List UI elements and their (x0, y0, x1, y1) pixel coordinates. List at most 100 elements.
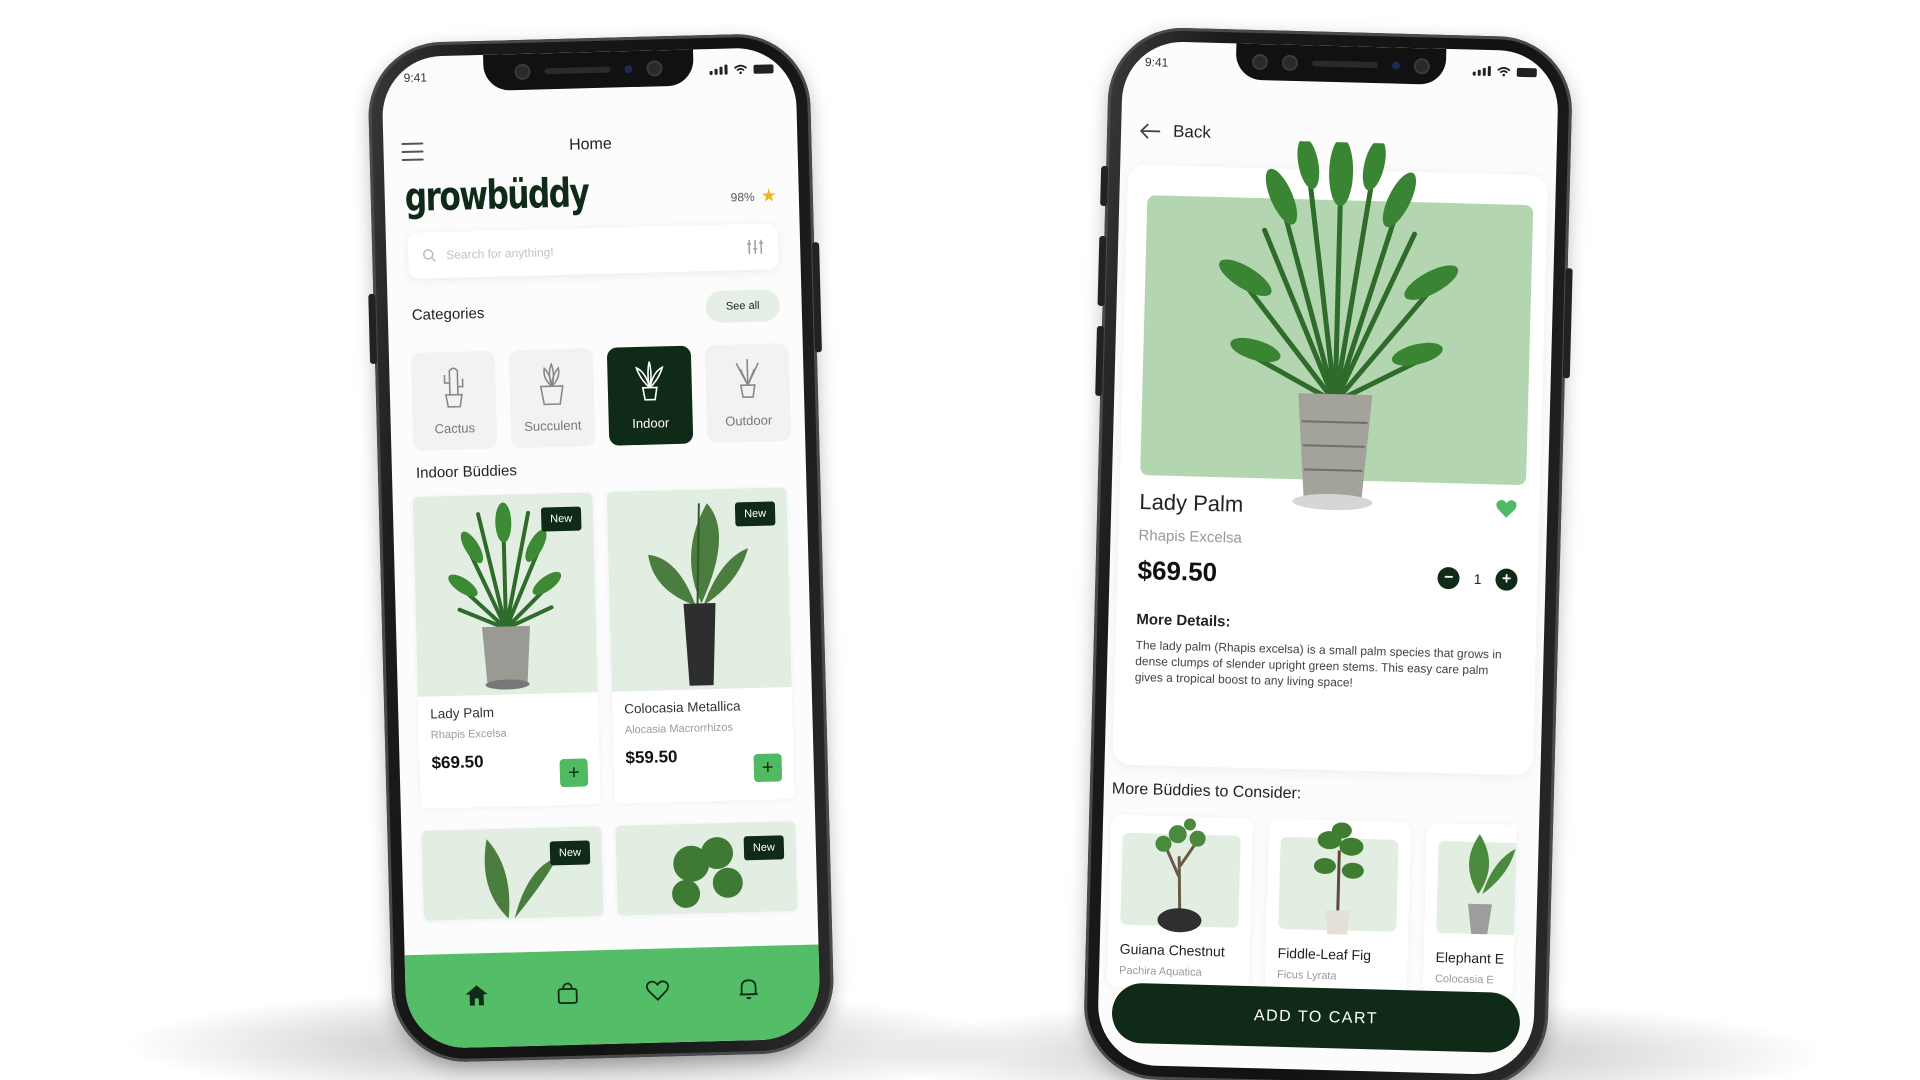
home-screen: 9:41 Home growbüddy 98% ★ Categories See… (381, 46, 821, 1050)
new-badge: New (743, 835, 785, 861)
product-latin-name: Rhapis Excelsa (430, 727, 507, 742)
tab-home[interactable] (456, 975, 497, 1016)
tab-favorites[interactable] (637, 970, 678, 1011)
signal-icon (709, 64, 728, 75)
new-badge: New (734, 501, 776, 527)
bell-icon (739, 979, 758, 1000)
star-icon: ★ (760, 185, 778, 206)
category-outdoor[interactable]: Outdoor (704, 343, 792, 444)
category-label: Outdoor (725, 412, 773, 429)
product-card[interactable]: New (421, 826, 604, 921)
phone-detail-screen: 9:41 Back Lady Palm Rhapis Excelsa $69.5… (1082, 26, 1574, 1080)
product-image: New (606, 487, 792, 692)
category-label: Cactus (434, 420, 476, 437)
decrease-quantity-button[interactable]: − (1437, 566, 1461, 590)
back-button[interactable]: Back (1139, 121, 1211, 143)
suggestion-card[interactable]: Fiddle-Leaf Fig Ficus Lyrata (1264, 818, 1412, 995)
product-name: Colocasia Metallica (624, 698, 741, 717)
tab-notifications[interactable] (728, 968, 769, 1009)
signal-icon (1472, 66, 1491, 77)
status-time: 9:41 (1144, 55, 1169, 70)
category-cactus[interactable]: Cactus (410, 350, 498, 451)
hero-background (1140, 138, 1534, 511)
suggestion-name: Fiddle-Leaf Fig (1277, 944, 1372, 964)
product-price: $69.50 (1137, 555, 1218, 588)
outdoor-plant-icon (735, 359, 759, 399)
product-name: Lady Palm (1139, 489, 1244, 517)
page-title: Home (568, 135, 612, 154)
product-latin-name: Alocasia Macrorrhizos (624, 721, 734, 737)
rating-value: 98% (730, 189, 755, 204)
search-input[interactable] (446, 240, 737, 262)
category-label: Indoor (632, 415, 670, 432)
categories-title: Categories (411, 304, 485, 324)
search-bar (407, 223, 779, 279)
volume-down-button (1095, 325, 1104, 397)
suggestion-card[interactable]: Elephant E Colocasia E (1422, 822, 1518, 997)
suggestion-latin-name: Pachira Aquatica (1118, 964, 1202, 979)
suggestion-name: Guiana Chestnut (1119, 940, 1225, 960)
cactus-icon (443, 367, 464, 408)
product-card[interactable]: New (615, 821, 798, 916)
indoor-plant-icon (634, 361, 664, 401)
tab-bag[interactable] (547, 973, 588, 1014)
bag-icon (557, 982, 578, 1005)
status-time: 9:41 (403, 70, 428, 86)
search-icon (423, 249, 436, 262)
mute-switch (1100, 165, 1109, 207)
back-arrow-icon (1139, 123, 1161, 139)
detail-screen: 9:41 Back Lady Palm Rhapis Excelsa $69.5… (1096, 40, 1560, 1076)
add-to-cart-button[interactable]: ADD TO CART (1111, 982, 1521, 1054)
more-details-text: The lady palm (Rhapis excelsa) is a smal… (1134, 637, 1502, 690)
see-all-button[interactable]: See all (705, 289, 781, 324)
volume-button (368, 293, 378, 364)
product-card[interactable]: New Colocasia Metallica Alocasia Macrorr… (606, 487, 795, 804)
battery-icon (1516, 67, 1537, 77)
suggestions-title: More Büddies to Consider: (1111, 780, 1302, 803)
product-image: New (615, 821, 798, 916)
category-succulent[interactable]: Succulent (508, 348, 596, 449)
brand-logo: growbüddy (404, 170, 589, 222)
quantity-stepper: − 1 + (1437, 566, 1518, 591)
wifi-icon (733, 64, 748, 75)
status-icons (1472, 66, 1537, 78)
product-latin-name: Rhapis Excelsa (1138, 527, 1243, 547)
rating: 98% ★ (730, 185, 778, 207)
category-label: Succulent (524, 417, 582, 434)
tab-bar (404, 944, 821, 1050)
product-card[interactable]: New Lady Palm Rhapis Excelsa $69.50 + (412, 492, 601, 809)
fiddle-leaf-fig-image (1313, 822, 1364, 935)
suggestion-name: Elephant E (1435, 948, 1505, 967)
product-name: Lady Palm (430, 704, 495, 722)
filter-icon[interactable] (746, 238, 764, 256)
volume-up-button (1097, 235, 1107, 307)
suggestion-latin-name: Colocasia E (1434, 972, 1494, 987)
guiana-chestnut-image (1155, 818, 1206, 933)
suggestion-latin-name: Ficus Lyrata (1276, 968, 1337, 983)
category-indoor[interactable]: Indoor (606, 345, 694, 446)
home-icon (465, 985, 488, 1006)
suggestions-list: Guiana Chestnut Pachira Aquatica Fiddle-… (1106, 814, 1518, 997)
elephant-ear-image (1467, 834, 1516, 935)
new-badge: New (549, 840, 591, 866)
add-to-cart-icon[interactable]: + (559, 758, 589, 788)
product-grid: New Lady Palm Rhapis Excelsa $69.50 + Ne… (412, 487, 798, 921)
phone-home-screen: 9:41 Home growbüddy 98% ★ Categories See… (366, 32, 836, 1064)
lady-palm-image (1219, 138, 1459, 511)
notch (1235, 43, 1447, 85)
suggestion-card[interactable]: Guiana Chestnut Pachira Aquatica (1106, 814, 1254, 991)
category-list: Cactus Succulent Indoor Outdoor (410, 343, 792, 451)
notch (483, 49, 694, 91)
increase-quantity-button[interactable]: + (1495, 568, 1518, 591)
status-icons (709, 63, 774, 75)
add-to-cart-icon[interactable]: + (753, 753, 783, 783)
product-image: New (412, 492, 598, 697)
quantity-value: 1 (1473, 570, 1482, 588)
more-details-title: More Details: (1136, 611, 1231, 631)
favorite-heart-icon[interactable] (1495, 498, 1518, 519)
product-image: New (421, 826, 604, 921)
wifi-icon (1497, 67, 1511, 77)
heart-icon (646, 980, 670, 1001)
new-badge: New (540, 506, 582, 532)
product-detail-card: Lady Palm Rhapis Excelsa $69.50 − 1 + Mo… (1112, 138, 1549, 776)
